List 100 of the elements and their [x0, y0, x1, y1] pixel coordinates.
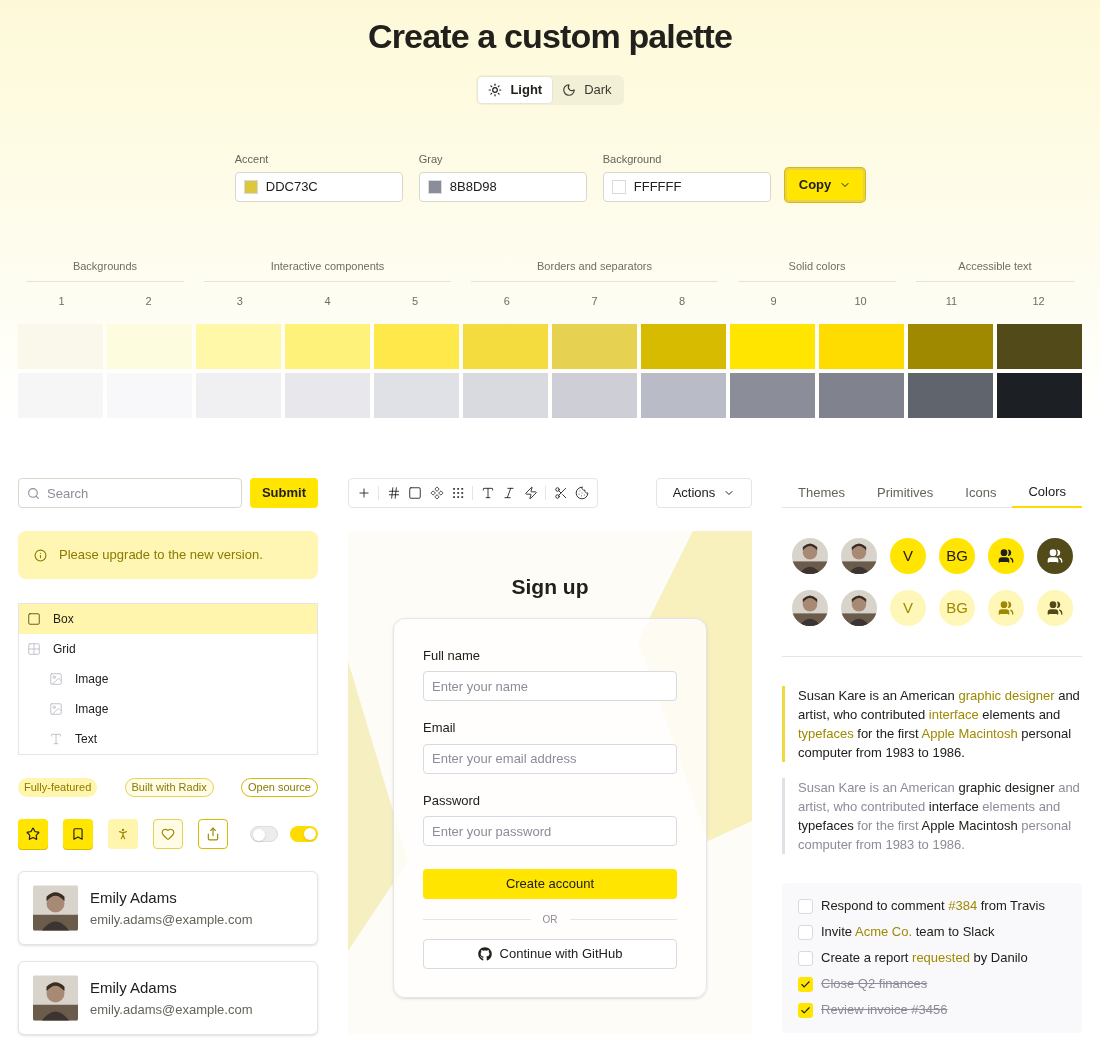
contact-name: Emily Adams	[90, 888, 178, 908]
checkbox[interactable]	[798, 1002, 813, 1018]
text-icon	[480, 486, 495, 500]
moon-icon	[562, 83, 577, 97]
icon-button[interactable]	[63, 819, 93, 849]
color-swatch[interactable]	[997, 324, 1082, 369]
color-field[interactable]: 8B8D98	[418, 171, 587, 202]
checkbox[interactable]	[798, 898, 813, 914]
step-number: 7	[591, 293, 598, 309]
heart-icon	[161, 827, 175, 841]
color-field[interactable]: DDC73C	[234, 171, 403, 202]
group-heading: Backgrounds	[72, 258, 138, 274]
task-label: Review invoice #3456	[821, 1001, 948, 1020]
check-icon	[800, 978, 811, 990]
color-swatch[interactable]	[819, 373, 904, 418]
badge: Fully-featured	[18, 778, 98, 797]
italic-icon	[502, 486, 517, 500]
color-swatch[interactable]	[552, 373, 637, 418]
color-field[interactable]: FFFFFF	[602, 171, 771, 202]
checkbox[interactable]	[798, 950, 813, 966]
tab[interactable]: Icons	[949, 478, 1013, 508]
icon-button[interactable]	[18, 819, 48, 849]
step-number: 1	[58, 293, 65, 309]
checkbox[interactable]	[798, 924, 813, 940]
field-label: Full name	[423, 646, 482, 665]
color-swatch[interactable]	[641, 373, 726, 418]
accessibility-icon	[116, 827, 130, 841]
text-field[interactable]: Enter your password	[423, 816, 677, 846]
tree-item[interactable]: Image	[19, 664, 317, 694]
sun-icon	[488, 83, 503, 97]
page-title: Create a custom palette	[368, 16, 732, 57]
checkbox[interactable]	[798, 976, 813, 992]
appearance-tab[interactable]: Dark	[552, 77, 622, 103]
step-number: 12	[1032, 293, 1045, 309]
contact-name: Emily Adams	[90, 978, 178, 998]
users-icon	[998, 548, 1014, 564]
box-icon	[27, 612, 41, 626]
grid-icon	[27, 642, 41, 656]
appearance-tab[interactable]: Light	[478, 77, 553, 103]
copy-button[interactable]: Copy	[784, 167, 866, 202]
text-field[interactable]: Enter your email address	[423, 743, 677, 774]
step-number: 6	[503, 293, 510, 309]
scissors-icon	[553, 486, 568, 500]
search-field[interactable]: Search	[18, 478, 242, 508]
group-heading: Interactive components	[270, 258, 385, 274]
color-swatch[interactable]	[196, 324, 281, 369]
toggle-switch[interactable]	[290, 826, 318, 842]
field-label: Email	[423, 719, 457, 737]
github-button[interactable]: Continue with GitHub	[423, 939, 677, 969]
tab[interactable]: Primitives	[860, 478, 950, 508]
divider-label: OR	[542, 913, 558, 927]
color-swatch[interactable]	[552, 324, 637, 369]
group-heading: Borders and separators	[537, 258, 652, 274]
component-icon	[429, 486, 444, 500]
field-label: Accent	[234, 152, 270, 167]
color-swatch[interactable]	[463, 324, 548, 369]
color-swatch[interactable]	[819, 324, 904, 369]
tab[interactable]: Colors	[1012, 478, 1082, 508]
tree-item[interactable]: Image	[19, 694, 317, 724]
tree-item[interactable]: Text	[19, 724, 317, 754]
users-icon	[998, 600, 1014, 616]
color-swatch[interactable]	[107, 324, 192, 369]
color-swatch[interactable]	[463, 373, 548, 418]
dots-icon	[451, 486, 465, 500]
create-account-button[interactable]: Create account	[423, 869, 677, 899]
task-label: Invite Acme Co. team to Slack	[821, 923, 995, 942]
color-swatch[interactable]	[285, 324, 370, 369]
color-swatch[interactable]	[908, 373, 993, 418]
initials-avatar: BG	[939, 590, 975, 626]
color-swatch[interactable]	[374, 324, 459, 369]
users-icon	[1047, 548, 1063, 564]
step-number: 11	[945, 293, 958, 309]
task-label: Create a report requested by Danilo	[821, 949, 1028, 968]
tab[interactable]: Themes	[782, 478, 861, 508]
quote: Susan Kare is an American graphic designer and artist, who contributed interface elements and typefaces for the first Apple Macintosh personal computer from 1983 to 1986.	[782, 686, 1082, 762]
color-swatch[interactable]	[908, 324, 993, 369]
initials-avatar: V	[890, 538, 926, 574]
color-swatch[interactable]	[997, 373, 1082, 418]
tree-item[interactable]: Box	[19, 604, 317, 634]
image-icon	[49, 702, 63, 716]
initials-avatar: V	[890, 590, 926, 626]
frame-icon	[408, 486, 423, 500]
initials-avatar: BG	[939, 538, 975, 574]
tree-item[interactable]: Grid	[19, 634, 317, 664]
submit-button[interactable]: Submit	[249, 478, 318, 508]
toggle-switch[interactable]	[250, 826, 278, 842]
color-swatch[interactable]	[641, 324, 726, 369]
field-label: Password	[423, 791, 482, 810]
step-number: 4	[324, 293, 331, 309]
text-field[interactable]: Enter your name	[423, 671, 677, 701]
cookie-icon	[575, 486, 590, 500]
star-icon	[26, 827, 40, 841]
task-label: Respond to comment #384 from Travis	[821, 897, 1045, 916]
color-swatch[interactable]	[374, 373, 459, 418]
color-swatch[interactable]	[730, 324, 815, 369]
step-number: 5	[412, 293, 419, 309]
field-label: Background	[602, 152, 663, 167]
actions-button[interactable]: Actions	[656, 478, 752, 508]
color-swatch[interactable]	[730, 373, 815, 418]
text-icon	[49, 732, 63, 746]
